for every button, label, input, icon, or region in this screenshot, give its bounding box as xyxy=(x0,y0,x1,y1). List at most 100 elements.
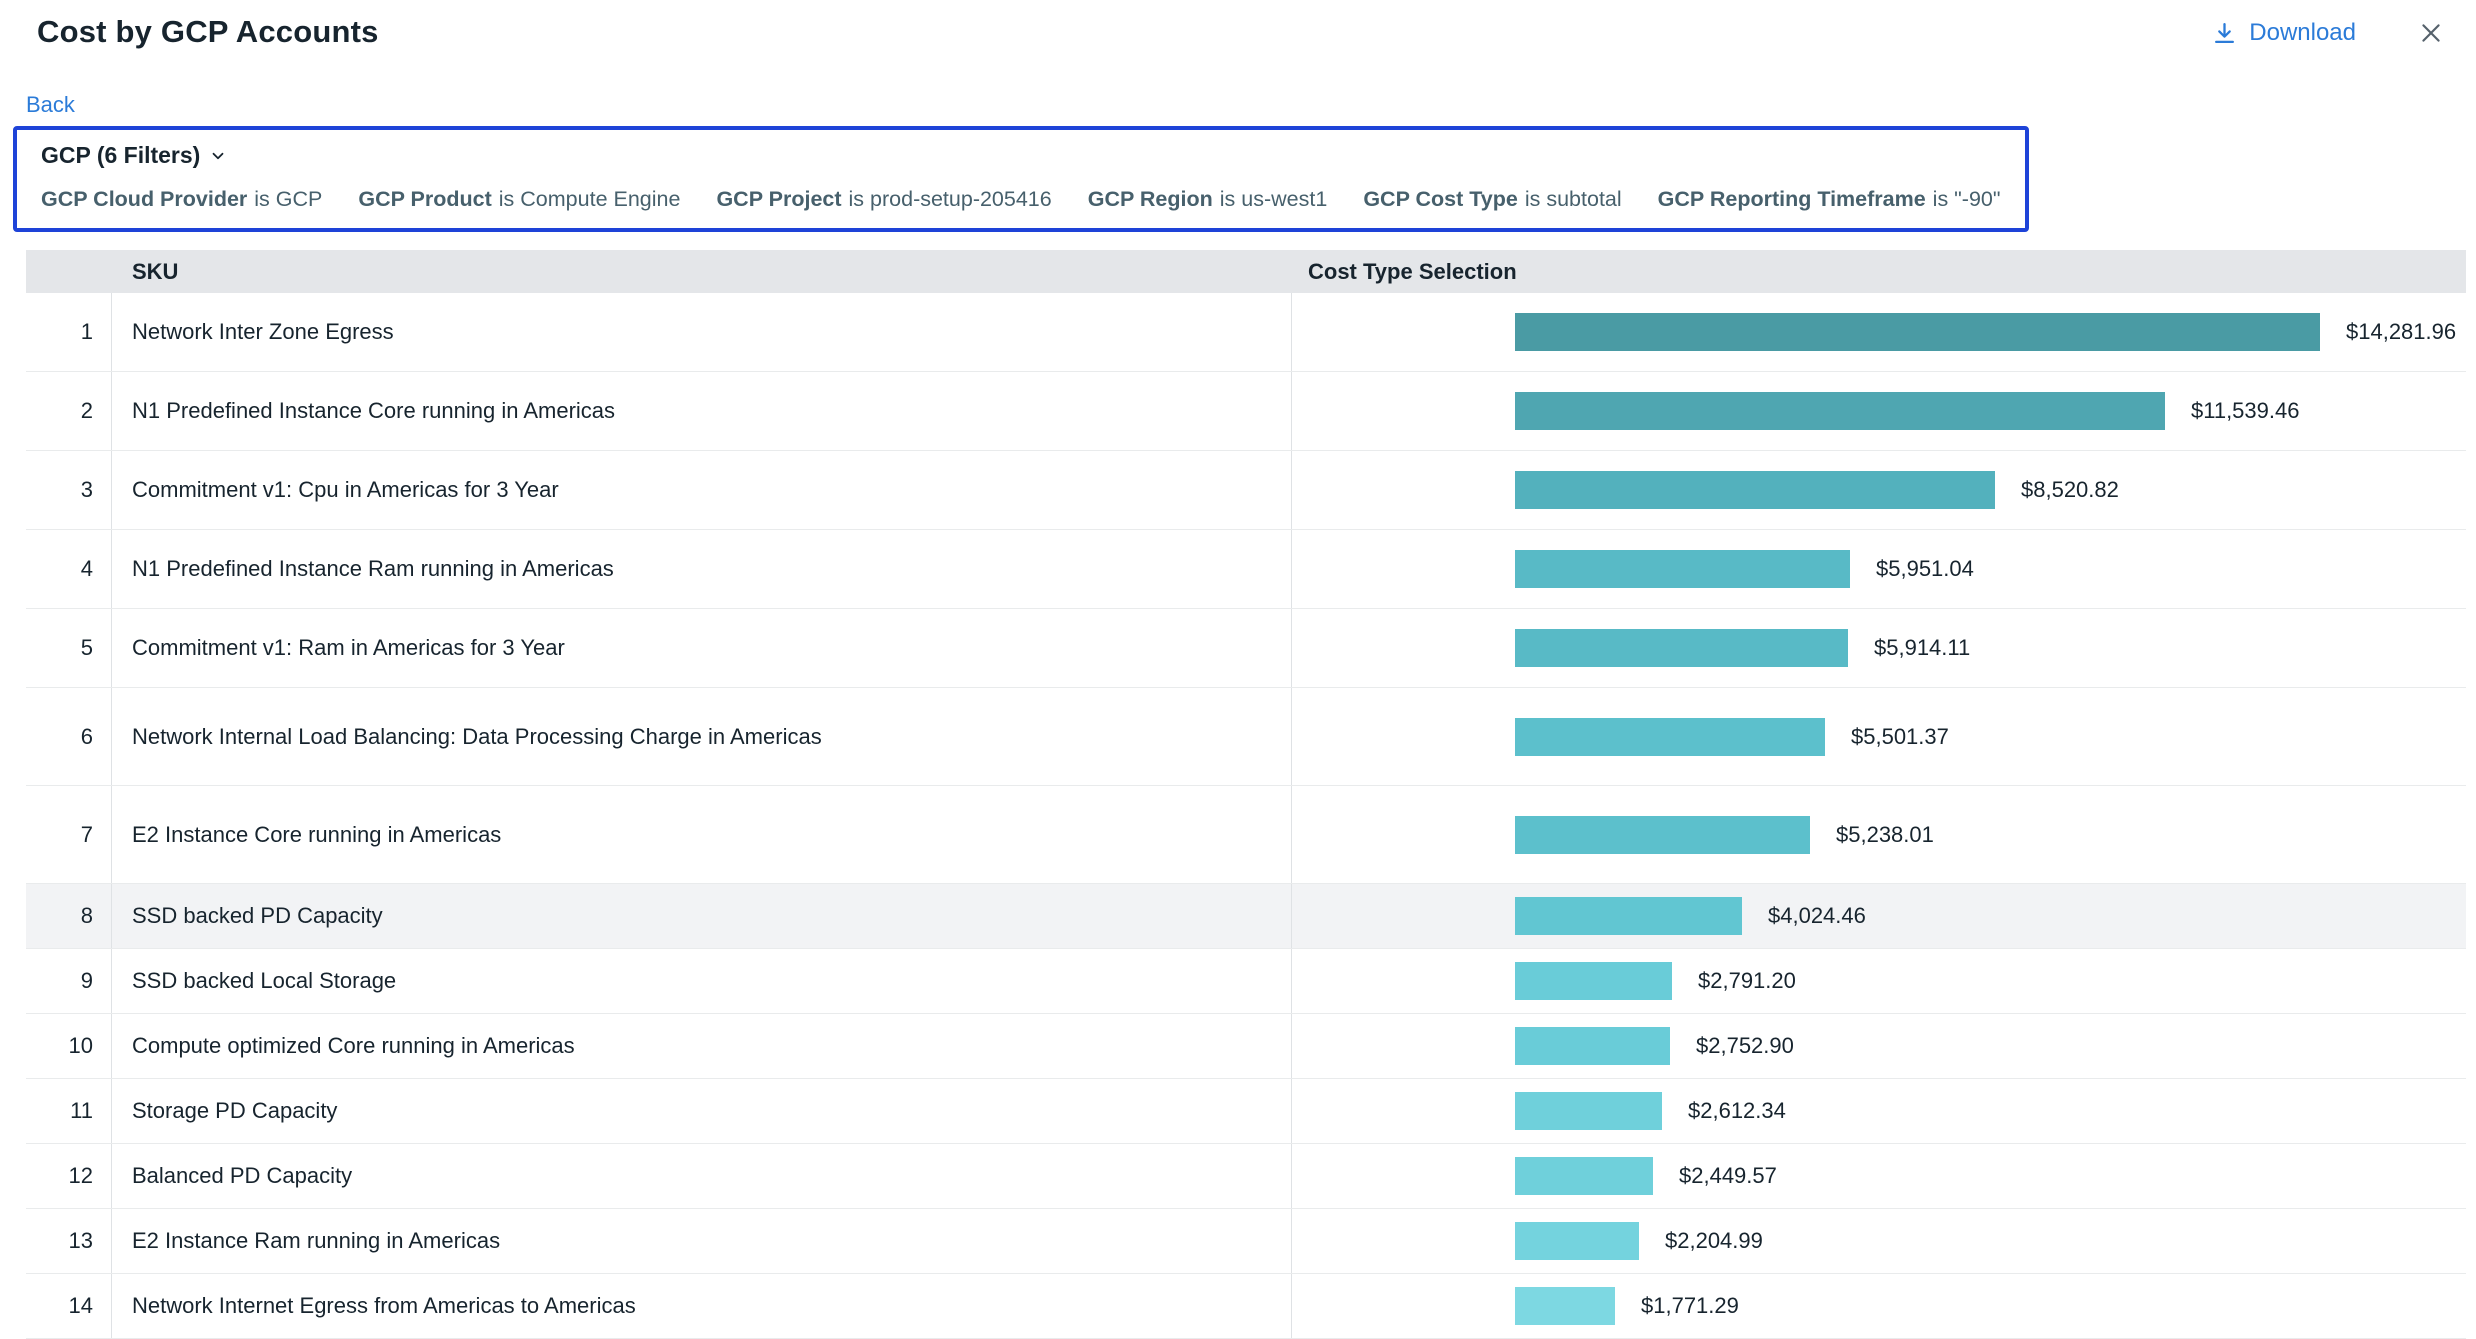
cost-table: SKU Cost Type Selection 1Network Inter Z… xyxy=(26,250,2466,1339)
cost-value-label: $2,752.90 xyxy=(1696,1033,1794,1059)
row-sku: E2 Instance Ram running in Americas xyxy=(112,1209,1292,1273)
back-link[interactable]: Back xyxy=(26,92,75,118)
filter-field: GCP Region xyxy=(1088,187,1213,211)
filter-group-toggle[interactable]: GCP (6 Filters) xyxy=(41,142,2009,169)
cost-value-label: $5,501.37 xyxy=(1851,724,1949,750)
row-cost-cell: $4,024.46 xyxy=(1292,884,2466,948)
row-cost-cell: $5,914.11 xyxy=(1292,609,2466,687)
filter-field: GCP Reporting Timeframe xyxy=(1658,187,1926,211)
row-sku: Compute optimized Core running in Americ… xyxy=(112,1014,1292,1078)
filter-chip: GCP Product is Compute Engine xyxy=(358,187,680,212)
row-cost-cell: $5,951.04 xyxy=(1292,530,2466,608)
table-row[interactable]: 6Network Internal Load Balancing: Data P… xyxy=(26,688,2466,786)
table-row[interactable]: 9SSD backed Local Storage$2,791.20 xyxy=(26,949,2466,1014)
filter-condition: is subtotal xyxy=(1525,187,1622,211)
row-cost-cell: $8,520.82 xyxy=(1292,451,2466,529)
panel-header: Cost by GCP Accounts Download xyxy=(0,0,2476,50)
cost-value-label: $14,281.96 xyxy=(2346,319,2456,345)
cost-value-label: $4,024.46 xyxy=(1768,903,1866,929)
row-index: 13 xyxy=(26,1209,112,1273)
table-row[interactable]: 11Storage PD Capacity $2,612.34 xyxy=(26,1079,2466,1144)
filter-condition: is "-90" xyxy=(1933,187,2001,211)
filter-chip: GCP Reporting Timeframe is "-90" xyxy=(1658,187,2001,212)
cost-bar xyxy=(1515,1222,1639,1260)
cost-value-label: $11,539.46 xyxy=(2191,398,2299,424)
cost-value-label: $1,771.29 xyxy=(1641,1293,1739,1319)
row-sku: Balanced PD Capacity xyxy=(112,1144,1292,1208)
table-header-sku: SKU xyxy=(112,259,1292,285)
row-sku: Network Internet Egress from Americas to… xyxy=(112,1274,1292,1338)
table-row[interactable]: 12Balanced PD Capacity $2,449.57 xyxy=(26,1144,2466,1209)
table-row[interactable]: 7E2 Instance Core running in Americas$5,… xyxy=(26,786,2466,884)
row-cost-cell: $5,501.37 xyxy=(1292,688,2466,785)
cost-bar xyxy=(1515,962,1672,1000)
filter-chip: GCP Cloud Provideris GCP xyxy=(41,187,322,212)
table-row[interactable]: 10Compute optimized Core running in Amer… xyxy=(26,1014,2466,1079)
download-button[interactable]: Download xyxy=(2206,18,2362,48)
close-icon xyxy=(2418,34,2444,49)
page-title: Cost by GCP Accounts xyxy=(37,14,379,50)
filter-condition: is Compute Engine xyxy=(499,187,681,211)
row-sku: Commitment v1: Ram in Americas for 3 Yea… xyxy=(112,609,1292,687)
cost-value-label: $2,612.34 xyxy=(1688,1098,1786,1124)
cost-bar xyxy=(1515,1027,1670,1065)
row-index: 1 xyxy=(26,293,112,371)
filter-condition: is GCP xyxy=(254,187,322,211)
row-index: 6 xyxy=(26,688,112,785)
cost-bar xyxy=(1515,1092,1662,1130)
row-sku: Network Inter Zone Egress xyxy=(112,293,1292,371)
table-row[interactable]: 4N1 Predefined Instance Ram running in A… xyxy=(26,530,2466,609)
row-index: 12 xyxy=(26,1144,112,1208)
filter-chip: GCP Region is us-west1 xyxy=(1088,187,1328,212)
filter-group: GCP (6 Filters) GCP Cloud Provideris GCP… xyxy=(13,126,2029,232)
close-button[interactable] xyxy=(2414,16,2448,50)
row-index: 2 xyxy=(26,372,112,450)
table-row[interactable]: 1Network Inter Zone Egress $14,281.96 xyxy=(26,293,2466,372)
table-row[interactable]: 13E2 Instance Ram running in Americas $2,… xyxy=(26,1209,2466,1274)
cost-bar xyxy=(1515,550,1850,588)
row-sku: Network Internal Load Balancing: Data Pr… xyxy=(112,688,1292,785)
table-row[interactable]: 2N1 Predefined Instance Core running in … xyxy=(26,372,2466,451)
row-cost-cell: $2,791.20 xyxy=(1292,949,2466,1013)
filter-group-label: GCP (6 Filters) xyxy=(41,142,200,169)
cost-bar xyxy=(1515,816,1810,854)
row-cost-cell: $2,612.34 xyxy=(1292,1079,2466,1143)
cost-bar xyxy=(1515,313,2320,351)
header-actions: Download xyxy=(2206,14,2448,50)
row-sku: N1 Predefined Instance Core running in A… xyxy=(112,372,1292,450)
filter-condition: is prod-setup-205416 xyxy=(849,187,1052,211)
row-index: 14 xyxy=(26,1274,112,1338)
row-index: 3 xyxy=(26,451,112,529)
cost-bar xyxy=(1515,471,1995,509)
row-sku: Storage PD Capacity xyxy=(112,1079,1292,1143)
cost-value-label: $5,951.04 xyxy=(1876,556,1974,582)
filter-condition: is us-west1 xyxy=(1220,187,1328,211)
filter-chip-list: GCP Cloud Provideris GCP GCP Product is Co… xyxy=(41,187,2009,212)
row-sku: E2 Instance Core running in Americas xyxy=(112,786,1292,883)
row-sku: SSD backed PD Capacity xyxy=(112,884,1292,948)
row-cost-cell: $1,771.29 xyxy=(1292,1274,2466,1338)
cost-bar xyxy=(1515,1157,1653,1195)
table-header-row: SKU Cost Type Selection xyxy=(26,250,2466,293)
table-row[interactable]: 3Commitment v1: Cpu in Americas for 3 Ye… xyxy=(26,451,2466,530)
table-header-cost: Cost Type Selection xyxy=(1292,259,2466,285)
cost-value-label: $2,204.99 xyxy=(1665,1228,1763,1254)
row-index: 11 xyxy=(26,1079,112,1143)
row-index: 10 xyxy=(26,1014,112,1078)
table-row[interactable]: 5Commitment v1: Ram in Americas for 3 Ye… xyxy=(26,609,2466,688)
chevron-down-icon xyxy=(209,147,227,165)
filter-chip: GCP Project is prod-setup-205416 xyxy=(716,187,1051,212)
filter-field: GCP Project xyxy=(716,187,841,211)
filter-field: GCP Cost Type xyxy=(1363,187,1518,211)
table-row[interactable]: 14Network Internet Egress from Americas … xyxy=(26,1274,2466,1339)
table-row[interactable]: 8SSD backed PD Capacity$4,024.46 xyxy=(26,884,2466,949)
cost-bar xyxy=(1515,718,1825,756)
cost-value-label: $8,520.82 xyxy=(2021,477,2119,503)
cost-value-label: $2,449.57 xyxy=(1679,1163,1777,1189)
cost-bar xyxy=(1515,392,2165,430)
cost-value-label: $5,914.11 xyxy=(1874,635,1970,661)
row-index: 7 xyxy=(26,786,112,883)
filter-field: GCP Product xyxy=(358,187,491,211)
cost-bar xyxy=(1515,629,1848,667)
download-icon xyxy=(2212,21,2237,46)
